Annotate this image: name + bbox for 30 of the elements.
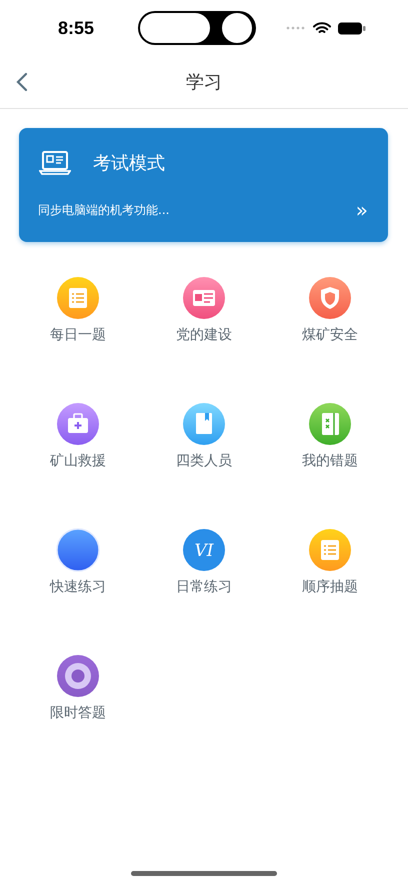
checklist-icon: [308, 528, 352, 572]
signal-icon: [286, 26, 306, 30]
laptop-icon: [39, 150, 71, 176]
study-item[interactable]: 每日一题: [15, 276, 141, 344]
more-arrows[interactable]: »: [356, 198, 368, 222]
study-item[interactable]: 顺序抽题: [267, 528, 393, 596]
exam-mode-title: 考试模式: [93, 152, 165, 175]
battery-icon: [338, 22, 366, 34]
exam-mode-description: 同步电脑端的机考功能...: [38, 202, 170, 218]
study-item[interactable]: 煤矿安全: [267, 276, 393, 344]
circle-icon: [56, 528, 100, 572]
study-item[interactable]: 我的错题: [267, 402, 393, 470]
checklist-icon: [56, 276, 100, 320]
study-item[interactable]: 矿山救援: [15, 402, 141, 470]
ring-icon: [56, 654, 100, 698]
status-time: 8:55: [58, 18, 94, 38]
card-icon: [182, 276, 226, 320]
notebook-icon: [308, 402, 352, 446]
book-icon: [182, 402, 226, 446]
study-item[interactable]: 党的建设: [141, 276, 267, 344]
wifi-icon: [313, 22, 331, 34]
exam-mode-card[interactable]: 考试模式 同步电脑端的机考功能... »: [19, 128, 388, 242]
page-title: 学习: [186, 71, 222, 94]
study-item[interactable]: 四类人员: [141, 402, 267, 470]
shield-icon: [308, 276, 352, 320]
first-aid-kit-icon: [56, 402, 100, 446]
study-item[interactable]: 快速练习: [15, 528, 141, 596]
study-item[interactable]: VI 日常练习: [141, 528, 267, 596]
script-icon: VI: [182, 528, 226, 572]
study-item[interactable]: 限时答题: [15, 654, 141, 722]
